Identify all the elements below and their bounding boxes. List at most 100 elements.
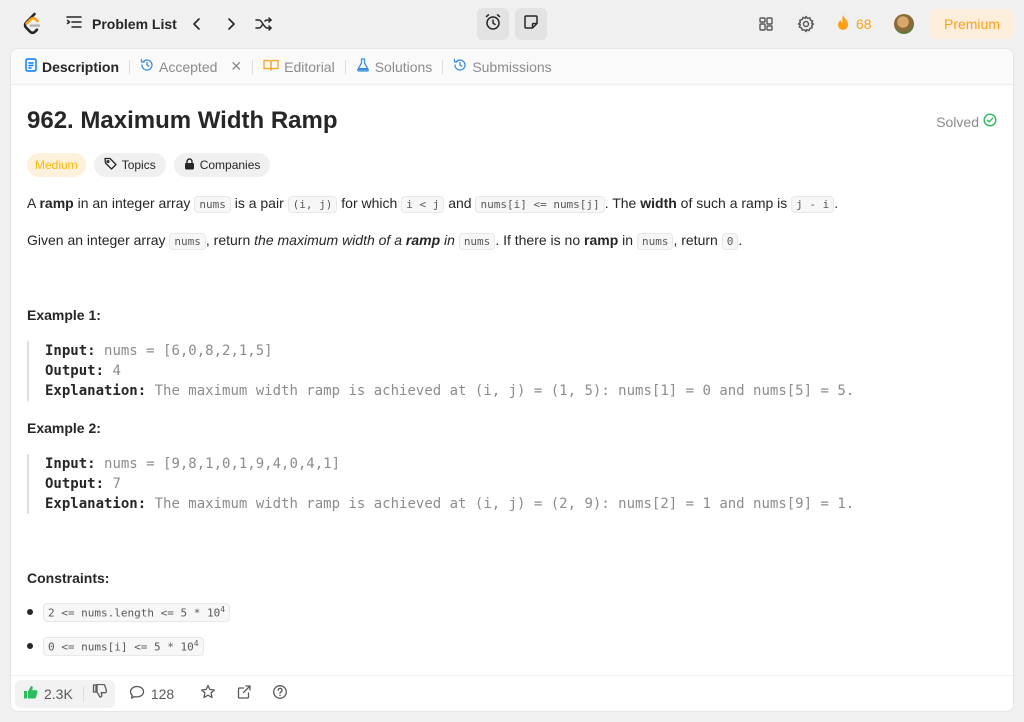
example-explanation-line: Explanation: The maximum width ramp is a… xyxy=(45,381,854,401)
alarm-clock-icon xyxy=(484,13,502,36)
text: A xyxy=(27,195,40,211)
solved-label: Solved xyxy=(936,113,979,130)
description-paragraph-2: Given an integer array nums, return the … xyxy=(27,230,742,252)
problem-list-button[interactable]: Problem List xyxy=(66,14,177,34)
tab-solutions[interactable]: Solutions xyxy=(354,49,435,85)
premium-button[interactable]: Premium xyxy=(930,9,1014,39)
user-avatar[interactable] xyxy=(894,14,914,34)
like-button[interactable]: 2.3K xyxy=(15,680,83,708)
term-width: width xyxy=(640,195,677,211)
tab-divider xyxy=(344,59,346,74)
text: in xyxy=(618,232,637,248)
example-input-line: Input: nums = [9,8,1,0,1,9,4,0,4,1] xyxy=(45,454,854,474)
inline-code: nums xyxy=(194,196,231,213)
constraint-code: 0 <= nums[i] <= 5 * 104 xyxy=(43,637,204,656)
prev-problem-icon[interactable] xyxy=(187,14,207,34)
share-button[interactable] xyxy=(236,684,252,703)
companies-button[interactable]: Companies xyxy=(173,153,271,177)
inline-code: nums xyxy=(458,233,496,250)
thumbs-up-icon xyxy=(23,685,38,702)
constraints-heading: Constraints: xyxy=(27,570,110,586)
explanation-label: Explanation: xyxy=(45,496,147,512)
leetcode-logo-icon[interactable] xyxy=(22,12,42,36)
constraint-code: 2 <= nums.length <= 5 * 104 xyxy=(43,603,231,622)
text: is a pair xyxy=(230,195,288,211)
example-2-heading: Example 2: xyxy=(27,420,101,436)
text: . xyxy=(738,232,743,248)
output-label: Output: xyxy=(45,476,105,492)
history-icon xyxy=(140,58,154,75)
tab-description[interactable]: Description xyxy=(23,49,121,85)
tab-accepted[interactable]: Accepted ✕ xyxy=(138,49,244,85)
output-value: 4 xyxy=(112,363,121,379)
question-circle-icon xyxy=(272,684,288,703)
tab-bar: Description Accepted ✕ Editorial Solutio… xyxy=(11,49,1013,85)
example-input-line: Input: nums = [6,0,8,2,1,5] xyxy=(45,341,854,361)
layout-grid-icon[interactable] xyxy=(756,14,776,34)
description-panel: Description Accepted ✕ Editorial Solutio… xyxy=(10,48,1014,712)
explanation-value: The maximum width ramp is achieved at (i… xyxy=(154,496,855,512)
action-footer: 2.3K 128 xyxy=(11,675,1013,711)
problem-title[interactable]: 962. Maximum Width Ramp xyxy=(27,107,338,135)
feedback-button[interactable] xyxy=(272,684,288,703)
lock-icon xyxy=(184,157,195,173)
external-share-icon xyxy=(236,684,252,703)
tab-divider xyxy=(442,59,444,74)
text: in an integer array xyxy=(73,195,195,211)
next-problem-icon[interactable] xyxy=(221,14,241,34)
timer-button[interactable] xyxy=(477,8,509,40)
constraint-item: 2 <= nums.length <= 5 * 104 xyxy=(27,603,231,622)
streak-count: 68 xyxy=(856,16,872,32)
bullet-icon xyxy=(27,643,33,650)
close-tab-icon[interactable]: ✕ xyxy=(230,58,242,75)
description-paragraph-1: A ramp in an integer array nums is a pai… xyxy=(27,193,838,215)
constraint-exponent: 4 xyxy=(220,605,226,614)
example-2-block: Input: nums = [9,8,1,0,1,9,4,0,4,1] Outp… xyxy=(27,454,854,514)
emphasis-text: in xyxy=(440,232,459,248)
text: , return xyxy=(673,232,722,248)
streak-counter[interactable]: 68 xyxy=(836,14,872,34)
inline-code: j - i xyxy=(791,196,835,213)
difficulty-badge: Medium xyxy=(27,153,86,177)
tab-submissions[interactable]: Submissions xyxy=(451,49,553,85)
dislike-button[interactable] xyxy=(84,680,115,708)
text: . The xyxy=(604,195,641,211)
text: of such a ramp is xyxy=(676,195,792,211)
notes-button[interactable] xyxy=(515,8,547,40)
emphasis-text: the maximum width of a xyxy=(254,232,406,248)
tab-divider xyxy=(252,59,254,74)
problem-list-label: Problem List xyxy=(92,16,177,32)
text: . If there is no xyxy=(495,232,585,248)
constraint-exponent: 4 xyxy=(193,639,199,648)
note-icon xyxy=(523,14,539,35)
explanation-value: The maximum width ramp is achieved at (i… xyxy=(154,383,855,399)
input-value: nums = [6,0,8,2,1,5] xyxy=(104,343,273,359)
explanation-label: Explanation: xyxy=(45,383,147,399)
favorite-button[interactable] xyxy=(200,684,216,703)
top-bar: Problem List 68 Premium xyxy=(0,0,1024,48)
inline-code: nums xyxy=(169,233,206,250)
thumbs-down-icon xyxy=(92,683,107,703)
fire-icon xyxy=(836,14,850,35)
output-value: 7 xyxy=(112,476,121,492)
solved-status: Solved xyxy=(936,113,997,130)
check-circle-icon xyxy=(983,113,997,130)
constraint-item: 0 <= nums[i] <= 5 * 104 xyxy=(27,637,204,656)
example-1-heading: Example 1: xyxy=(27,307,101,323)
comments-button[interactable]: 128 xyxy=(129,685,174,702)
input-label: Input: xyxy=(45,456,96,472)
flask-icon xyxy=(356,58,370,75)
inline-code: 0 xyxy=(721,233,739,250)
text: , return xyxy=(205,232,255,248)
topics-button[interactable]: Topics xyxy=(93,153,166,177)
tab-editorial[interactable]: Editorial xyxy=(261,49,337,85)
example-explanation-line: Explanation: The maximum width ramp is a… xyxy=(45,494,854,514)
shuffle-icon[interactable] xyxy=(254,14,274,34)
inline-code: i < j xyxy=(401,196,445,213)
text: for which xyxy=(337,195,402,211)
settings-gear-icon[interactable] xyxy=(796,14,816,34)
term-ramp: ramp xyxy=(405,232,441,248)
inline-code: (i, j) xyxy=(287,196,338,213)
document-icon xyxy=(25,58,37,75)
term-ramp: ramp xyxy=(584,232,619,248)
